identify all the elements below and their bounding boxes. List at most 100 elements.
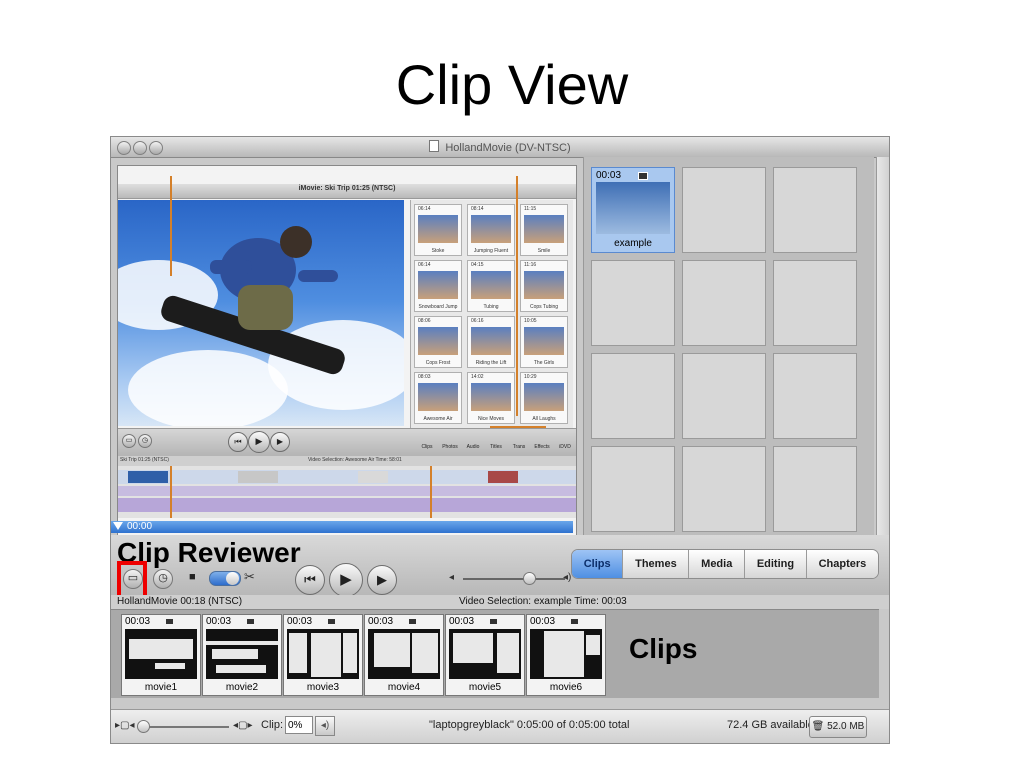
volume-low-icon: ◂ <box>449 572 455 583</box>
inner-clip-cell: 06:14 Stoke <box>414 204 462 256</box>
zoom-slider[interactable] <box>137 720 229 733</box>
inner-clip-cell: 08:03 Awesome Air <box>414 372 462 424</box>
inner-clip-cell: 10:29 All Laughs <box>520 372 568 424</box>
shelf-clip-thumbnail <box>596 182 670 234</box>
camera-clip-icon <box>409 619 416 624</box>
tab-media[interactable]: Media <box>689 550 746 578</box>
play-button[interactable]: ▶ <box>329 563 363 597</box>
inner-timeline <box>118 466 576 518</box>
shelf-clip[interactable]: 00:03 example <box>591 167 675 253</box>
project-info: "laptopgreyblack" 0:05:00 of 0:05:00 tot… <box>429 719 630 731</box>
inner-clip-time: 08:03 <box>418 374 431 380</box>
clip-volume-field[interactable]: 0% <box>285 716 313 734</box>
inner-clip-time: 06:16 <box>471 318 484 324</box>
timeline-scrubber[interactable]: 00:00 <box>111 521 573 533</box>
inner-clip-thumbnail <box>471 271 511 299</box>
inner-clip-thumbnail <box>524 327 564 355</box>
volume-slider-knob[interactable] <box>523 572 536 585</box>
timeline-clip[interactable]: 00:03 movie2 <box>202 614 282 696</box>
rewind-button[interactable]: ⏮ <box>295 565 325 595</box>
tab-chapters[interactable]: Chapters <box>806 550 878 578</box>
clips-pane-scrollbar[interactable] <box>876 157 889 543</box>
tab-editing[interactable]: Editing <box>745 550 807 578</box>
play-fullscreen-button[interactable]: ▶ <box>367 565 397 595</box>
shelf-empty-slot[interactable] <box>682 353 766 439</box>
zoom-large-icon: ◂▢▸ <box>233 720 253 731</box>
tab-themes[interactable]: Themes <box>623 550 690 578</box>
inner-clip-caption: Snowboard Jump <box>418 304 458 310</box>
callout-line-shelf <box>516 176 518 416</box>
inner-tab: Trans <box>512 444 526 450</box>
shelf-empty-slot[interactable] <box>682 446 766 532</box>
inner-rewind-button: ⏮ <box>228 432 248 452</box>
clip-name: movie3 <box>306 682 340 693</box>
timeline-clip[interactable]: 00:03 movie5 <box>445 614 525 696</box>
inner-clip-time: 04:15 <box>471 262 484 268</box>
shelf-empty-slot[interactable] <box>773 353 857 439</box>
callout-line-monitor <box>170 176 172 276</box>
clip-thumbnail <box>287 629 359 679</box>
shelf-empty-slot[interactable] <box>591 353 675 439</box>
shelf-empty-slot[interactable] <box>773 446 857 532</box>
timeline-clip[interactable]: 00:03 movie6 <box>526 614 606 696</box>
inner-clip-caption: The Girls <box>533 360 555 366</box>
inner-clip-cell: 06:16 Riding the Lift <box>467 316 515 368</box>
inner-clip-thumbnail <box>524 215 564 243</box>
shelf-empty-slot[interactable] <box>682 260 766 346</box>
clip-thumbnail <box>368 629 440 679</box>
video-frame-snowboarder <box>118 200 404 426</box>
camera-clip-icon <box>328 619 335 624</box>
inner-clip-caption: Stoke <box>431 248 445 254</box>
clips-annotation: Clips <box>629 633 698 664</box>
inner-clip-time: 11:16 <box>524 262 537 268</box>
clip-duration: 00:03 <box>368 616 394 627</box>
volume-high-icon: ◂) <box>563 572 572 583</box>
inner-clip-caption: Awesome Air <box>423 416 453 422</box>
inner-tab: Photos <box>442 444 458 450</box>
inner-play-button: ▶ <box>248 431 270 453</box>
shelf-empty-slot[interactable] <box>591 260 675 346</box>
camera-edit-toggle[interactable] <box>209 571 241 586</box>
inner-clip-caption: Cops Frost <box>425 360 451 366</box>
inner-clip-time: 10:05 <box>524 318 537 324</box>
inner-clip-time: 14:02 <box>471 374 484 380</box>
clip-volume-speaker-icon[interactable]: ◂) <box>315 716 335 736</box>
shelf-empty-slot[interactable] <box>591 446 675 532</box>
timeline-mode-button[interactable]: ◷ <box>153 569 173 589</box>
clip-thumbnail <box>206 629 278 679</box>
inner-clip-caption: Tubing <box>483 304 499 310</box>
inner-clip-time: 08:06 <box>418 318 431 324</box>
inner-clip-thumbnail <box>471 215 511 243</box>
clip-thumbnail <box>125 629 197 679</box>
timeline-clip[interactable]: 00:03 movie1 <box>121 614 201 696</box>
inner-clip-time: 08:14 <box>471 206 484 212</box>
clip-duration: 00:03 <box>125 616 151 627</box>
inner-audio-track-2 <box>118 498 576 512</box>
timeline-clip[interactable]: 00:03 movie4 <box>364 614 444 696</box>
playhead-icon[interactable] <box>113 522 123 530</box>
volume-slider[interactable] <box>463 572 565 585</box>
inner-clip-thumbnail <box>418 271 458 299</box>
inner-clip-thumbnail <box>471 383 511 411</box>
shelf-empty-slot[interactable] <box>773 260 857 346</box>
inner-tab: Effects <box>534 444 550 450</box>
status-bar: HollandMovie 00:18 (NTSC) Video Selectio… <box>111 595 889 609</box>
clip-duration: 00:03 <box>287 616 313 627</box>
scissors-icon: ✂ <box>244 569 255 584</box>
tab-clips[interactable]: Clips <box>572 550 624 578</box>
inner-clip-cell: 06:14 Snowboard Jump <box>414 260 462 312</box>
shelf-empty-slot[interactable] <box>773 167 857 253</box>
inner-clip-time: 11:15 <box>524 206 537 212</box>
zoom-slider-knob[interactable] <box>137 720 150 733</box>
clip-viewer: 00:03 movie1 00:03 movie2 00:03 movie3 00:03 mo… <box>111 609 879 698</box>
zoom-small-icon: ▸▢◂ <box>115 720 135 731</box>
bottom-bar: ▸▢◂ ◂▢▸ Clip: 0% ◂) "laptopgreyblack" 0:… <box>111 709 889 743</box>
trash-button[interactable]: 🗑 52.0 MB <box>809 716 867 738</box>
shelf-clip-duration: 00:03 <box>596 170 622 181</box>
inner-clock-icon: ◷ <box>138 434 152 448</box>
snowboarder-figure <box>161 226 345 375</box>
timeline-clip[interactable]: 00:03 movie3 <box>283 614 363 696</box>
shelf-empty-slot[interactable] <box>682 167 766 253</box>
project-status: HollandMovie 00:18 (NTSC) <box>117 596 243 607</box>
inner-controls-bar: ▭ ◷ ⏮ ▶ ▶ Clips Photos Audio Titles Trans Eff… <box>118 428 576 457</box>
